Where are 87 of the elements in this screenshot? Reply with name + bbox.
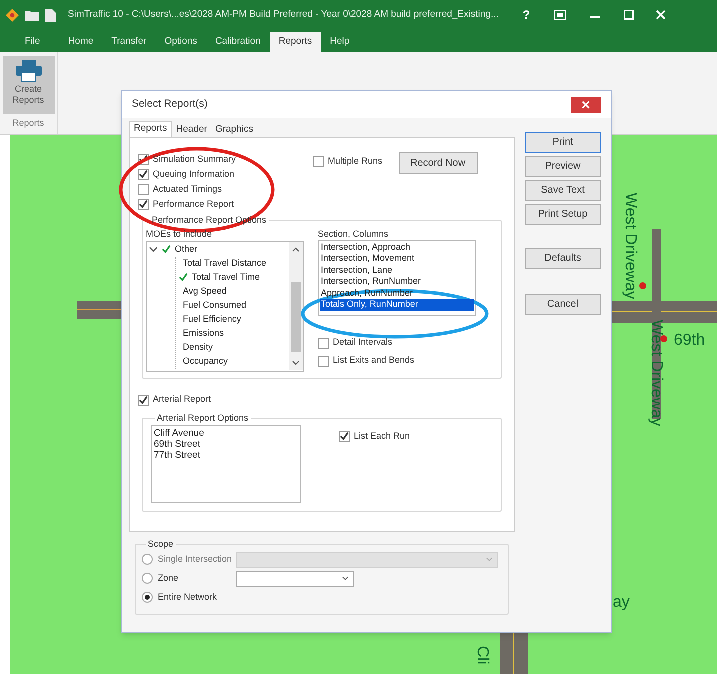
dialog-title: Select Report(s) xyxy=(132,96,208,112)
dropdown[interactable] xyxy=(236,570,354,586)
checkbox-label: List Exits and Bends xyxy=(333,354,415,368)
folder-icon[interactable] xyxy=(25,9,39,21)
tree-item[interactable]: Occupancy xyxy=(183,354,228,368)
field-label: Section, Columns xyxy=(318,228,389,240)
street-label: 69th xyxy=(674,333,706,349)
radio-button[interactable] xyxy=(142,573,153,584)
close-icon[interactable] xyxy=(656,10,666,20)
checkbox[interactable] xyxy=(138,184,149,195)
chevron-icon xyxy=(342,576,349,581)
street-label: West Driveway xyxy=(648,320,664,426)
checkbox-label: Actuated Timings xyxy=(153,182,222,196)
list-item[interactable]: 69th Street xyxy=(154,439,298,450)
dialog-tab[interactable]: Reports xyxy=(129,121,172,137)
restore-ribbon-icon[interactable] xyxy=(554,10,566,20)
checkbox[interactable] xyxy=(178,272,189,283)
street-label: Cli xyxy=(474,646,490,665)
record-now-button[interactable]: Record Now xyxy=(398,152,478,174)
menu-tab[interactable]: Home xyxy=(59,32,103,52)
menu-tab[interactable]: Transfer xyxy=(102,32,156,52)
checkbox[interactable] xyxy=(318,356,329,366)
dialog-tab[interactable]: Header xyxy=(172,123,212,137)
radio-label: Single Intersection xyxy=(158,552,234,566)
checkbox-label: Queuing Information xyxy=(153,168,235,181)
tree-item[interactable]: Fuel Efficiency xyxy=(183,312,242,326)
dialog-button[interactable]: Preview xyxy=(525,156,601,177)
menu-tab[interactable]: Calibration xyxy=(206,32,270,52)
list-item[interactable]: Cliff Avenue xyxy=(154,428,298,439)
help-button[interactable]: ? xyxy=(522,6,530,24)
tree-item[interactable]: Density xyxy=(183,340,214,354)
list-item[interactable]: 77th Street xyxy=(154,450,298,461)
dialog-tab[interactable]: Graphics xyxy=(211,123,258,137)
group-title: Arterial Report Options xyxy=(156,412,250,425)
document-icon[interactable] xyxy=(45,8,56,22)
chevron-icon xyxy=(486,557,493,562)
group-title: Scope xyxy=(147,538,175,551)
tree-item[interactable]: Fuel Consumed xyxy=(183,298,247,312)
window-title: SimTraffic 10 - C:\Users\...es\2028 AM-PM Build Preferred - Year 0\2028 AM build preferred_Existing... xyxy=(68,8,499,22)
scrollbar[interactable] xyxy=(289,242,303,370)
printer-icon xyxy=(16,60,42,82)
list-item[interactable]: Intersection, Approach xyxy=(320,242,474,253)
street-label: West Driveway xyxy=(622,193,638,300)
checkbox[interactable] xyxy=(339,431,350,442)
checkbox-label: Arterial Report xyxy=(153,393,212,406)
tree-item[interactable]: Total Travel Time xyxy=(192,270,260,284)
checkbox[interactable] xyxy=(138,199,149,210)
dialog-button[interactable]: Defaults xyxy=(525,248,601,269)
road-drawing xyxy=(500,633,528,674)
checkbox-label: Detail Intervals xyxy=(333,336,393,350)
dialog-button[interactable]: Print Setup xyxy=(525,204,601,225)
checkbox-label: List Each Run xyxy=(354,430,410,443)
checkbox[interactable] xyxy=(138,394,149,406)
tree-item[interactable]: Total Travel Distance xyxy=(183,256,267,270)
menu-tab[interactable]: Options xyxy=(156,32,206,52)
create-reports-button[interactable]: Create Reports xyxy=(2,56,54,114)
maximize-icon[interactable] xyxy=(624,10,634,20)
tree-item[interactable]: Avg Speed xyxy=(183,284,227,298)
menu-tab[interactable]: Help xyxy=(321,32,359,52)
list-item[interactable]: Totals Only, RunNumber xyxy=(320,299,474,310)
checkbox-label: Multiple Runs xyxy=(328,154,383,168)
road-drawing xyxy=(77,301,121,319)
radio-label: Zone xyxy=(158,572,180,585)
checkbox[interactable] xyxy=(161,244,172,255)
close-button[interactable] xyxy=(571,96,601,112)
checkbox-label: Simulation Summary xyxy=(153,152,236,166)
app-icon[interactable] xyxy=(6,8,19,22)
street-label: ay xyxy=(613,595,630,611)
menu-tab[interactable]: Reports xyxy=(270,32,322,52)
radio-label: Entire Network xyxy=(158,590,218,604)
tree-item[interactable]: Emissions xyxy=(183,326,224,340)
dialog-button[interactable]: Cancel xyxy=(525,294,601,315)
checkbox[interactable] xyxy=(138,169,149,180)
ribbon-group-label: Reports xyxy=(12,117,44,130)
radio-button[interactable] xyxy=(142,592,153,603)
menu-tab[interactable]: File xyxy=(16,32,50,52)
tree-item[interactable]: Other xyxy=(175,242,198,256)
close-icon xyxy=(582,100,590,108)
checkbox[interactable] xyxy=(318,338,329,348)
checkbox-label: Performance Report xyxy=(153,198,234,211)
dialog-button[interactable]: Save Text xyxy=(525,180,601,201)
checkbox[interactable] xyxy=(313,156,324,167)
dialog-button[interactable]: Print xyxy=(525,132,601,153)
list-item[interactable]: Intersection, Lane xyxy=(320,264,474,276)
list-item[interactable]: Intersection, RunNumber xyxy=(320,276,474,288)
chevron-icon[interactable] xyxy=(149,245,158,254)
list-item[interactable]: Intersection, Movement xyxy=(320,253,474,264)
